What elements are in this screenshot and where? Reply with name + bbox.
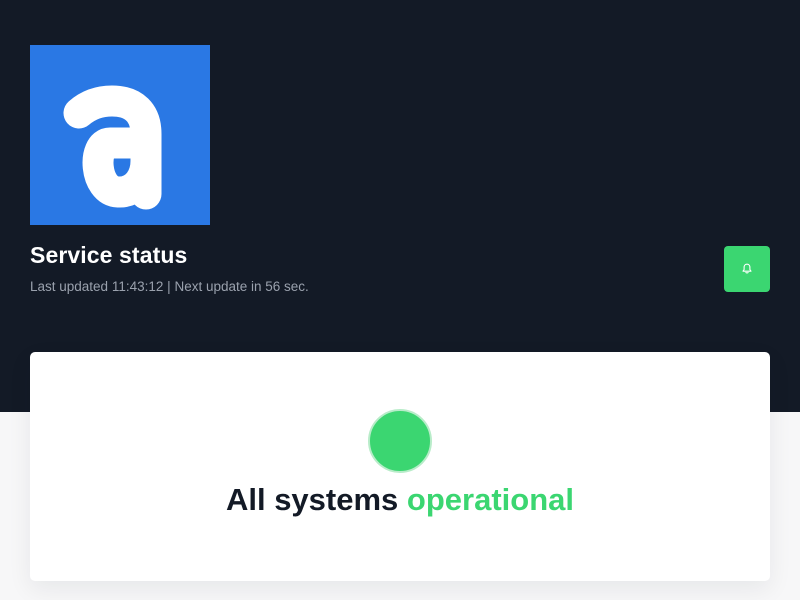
next-update-countdown: 56 sec.: [265, 279, 309, 294]
status-prefix: All systems: [225, 482, 399, 517]
update-separator: |: [167, 279, 171, 294]
header-section: Service status Last updated 11:43:12 | N…: [0, 0, 800, 412]
status-circle-icon: [368, 409, 432, 473]
overall-status-text: All systems operational: [30, 482, 770, 518]
bell-icon: [742, 263, 752, 274]
next-update-label: Next update in: [174, 279, 262, 294]
last-updated-time: 11:43:12: [111, 279, 164, 294]
overall-status-card: All systems operational: [30, 352, 770, 581]
brand-logo[interactable]: [30, 45, 210, 225]
last-updated-label: Last updated: [30, 279, 109, 294]
update-info: Last updated 11:43:12 | Next update in 5…: [30, 279, 309, 294]
status-state: operational: [406, 482, 575, 517]
subscribe-button[interactable]: [724, 246, 770, 292]
brand-a-logo-icon: [63, 85, 162, 210]
page-title: Service status: [30, 242, 188, 268]
